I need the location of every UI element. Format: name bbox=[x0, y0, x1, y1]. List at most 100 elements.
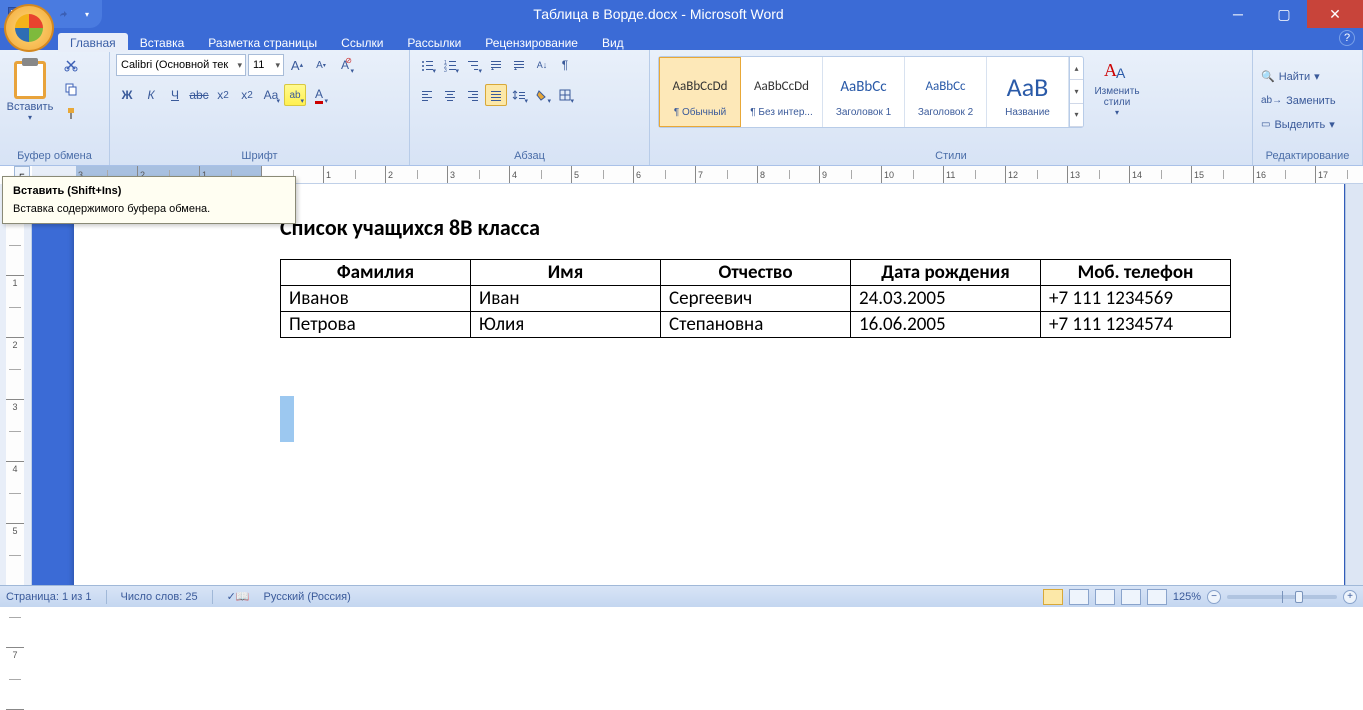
shading-button[interactable] bbox=[531, 84, 553, 106]
minimize-button[interactable]: ─ bbox=[1215, 0, 1261, 28]
redo-button[interactable] bbox=[52, 3, 74, 25]
copy-button[interactable] bbox=[60, 78, 82, 100]
borders-button[interactable] bbox=[554, 84, 576, 106]
table-header[interactable]: Отчество bbox=[661, 260, 851, 286]
paste-icon bbox=[14, 61, 46, 99]
line-spacing-button[interactable] bbox=[508, 84, 530, 106]
align-left-button[interactable] bbox=[416, 84, 438, 106]
zoom-in-button[interactable]: + bbox=[1343, 590, 1357, 604]
table-cell[interactable]: Степановна bbox=[661, 312, 851, 338]
table-header[interactable]: Фамилия bbox=[281, 260, 471, 286]
table-cell[interactable]: +7 111 1234569 bbox=[1041, 286, 1231, 312]
sort-button[interactable]: A↓ bbox=[531, 54, 553, 76]
doc-heading[interactable]: Список учащихся 8В класса bbox=[280, 214, 1274, 241]
shrink-font-button[interactable]: A▾ bbox=[310, 54, 332, 76]
underline-button[interactable]: Ч bbox=[164, 84, 186, 106]
document-viewport[interactable]: Список учащихся 8В класса ФамилияИмяОтче… bbox=[32, 184, 1345, 585]
ruler-vertical[interactable]: 1234567 bbox=[0, 184, 32, 585]
help-button[interactable]: ? bbox=[1339, 30, 1355, 46]
replace-button[interactable]: ab→Заменить bbox=[1257, 90, 1340, 112]
style-item[interactable]: AaBbCcDd¶ Обычный bbox=[659, 57, 741, 127]
tab-Вид[interactable]: Вид bbox=[590, 33, 636, 52]
italic-button[interactable]: К bbox=[140, 84, 162, 106]
table-header[interactable]: Моб. телефон bbox=[1041, 260, 1231, 286]
tab-Вставка[interactable]: Вставка bbox=[128, 33, 197, 52]
tab-Ссылки[interactable]: Ссылки bbox=[329, 33, 395, 52]
table-row[interactable]: ПетроваЮлияСтепановна16.06.2005+7 111 12… bbox=[281, 312, 1231, 338]
cut-button[interactable] bbox=[60, 54, 82, 76]
gallery-up[interactable]: ▴ bbox=[1070, 57, 1083, 80]
view-web-layout[interactable] bbox=[1095, 589, 1115, 605]
ruler-mark: 7 bbox=[696, 166, 758, 183]
style-item[interactable]: AaBbCcDd¶ Без интер... bbox=[741, 57, 823, 127]
table-row[interactable]: ИвановИванСергеевич24.03.2005+7 111 1234… bbox=[281, 286, 1231, 312]
format-painter-button[interactable] bbox=[60, 102, 82, 124]
grow-font-button[interactable]: A▴ bbox=[286, 54, 308, 76]
vertical-scrollbar[interactable] bbox=[1345, 184, 1363, 585]
select-button[interactable]: ▭Выделить ▾ bbox=[1257, 114, 1339, 136]
view-draft[interactable] bbox=[1147, 589, 1167, 605]
tab-Рассылки[interactable]: Рассылки bbox=[395, 33, 473, 52]
align-right-button[interactable] bbox=[462, 84, 484, 106]
strike-button[interactable]: abc bbox=[188, 84, 210, 106]
justify-button[interactable] bbox=[485, 84, 507, 106]
close-button[interactable]: ✕ bbox=[1307, 0, 1363, 28]
paste-button[interactable]: Вставить ▾ bbox=[4, 52, 56, 130]
increase-indent-button[interactable] bbox=[508, 54, 530, 76]
spellcheck-icon[interactable]: ✓📖 bbox=[227, 590, 250, 603]
view-print-layout[interactable] bbox=[1043, 589, 1063, 605]
doc-table[interactable]: ФамилияИмяОтчествоДата рожденияМоб. теле… bbox=[280, 259, 1231, 338]
decrease-indent-button[interactable] bbox=[485, 54, 507, 76]
table-cell[interactable]: Петрова bbox=[281, 312, 471, 338]
table-cell[interactable]: Сергеевич bbox=[661, 286, 851, 312]
find-button[interactable]: 🔍Найти ▾ bbox=[1257, 66, 1324, 88]
table-cell[interactable]: Юлия bbox=[471, 312, 661, 338]
style-item[interactable]: AaBbCcЗаголовок 1 bbox=[823, 57, 905, 127]
superscript-button[interactable]: x2 bbox=[236, 84, 258, 106]
table-cell[interactable]: +7 111 1234574 bbox=[1041, 312, 1231, 338]
status-page[interactable]: Страница: 1 из 1 bbox=[6, 591, 92, 603]
tab-Рецензирование[interactable]: Рецензирование bbox=[473, 33, 590, 52]
status-language[interactable]: Русский (Россия) bbox=[263, 591, 350, 603]
table-header[interactable]: Дата рождения bbox=[851, 260, 1041, 286]
subscript-button[interactable]: x2 bbox=[212, 84, 234, 106]
bold-button[interactable]: Ж bbox=[116, 84, 138, 106]
office-button[interactable] bbox=[4, 4, 54, 52]
show-marks-button[interactable]: ¶ bbox=[554, 54, 576, 76]
page[interactable]: Список учащихся 8В класса ФамилияИмяОтче… bbox=[74, 184, 1344, 585]
tab-Разметка страницы[interactable]: Разметка страницы bbox=[196, 33, 329, 52]
view-full-screen[interactable] bbox=[1069, 589, 1089, 605]
zoom-slider[interactable] bbox=[1227, 595, 1337, 599]
zoom-percent[interactable]: 125% bbox=[1173, 591, 1201, 603]
font-color-button[interactable]: A bbox=[308, 84, 330, 106]
font-name-combo[interactable]: Calibri (Основной тек bbox=[116, 54, 246, 76]
clear-formatting-button[interactable]: A⊘ bbox=[334, 54, 356, 76]
font-size-combo[interactable]: 11 bbox=[248, 54, 284, 76]
tab-Главная[interactable]: Главная bbox=[58, 33, 128, 52]
align-center-button[interactable] bbox=[439, 84, 461, 106]
ruler-v-mark: 2 bbox=[6, 338, 24, 400]
numbering-button[interactable]: 123 bbox=[439, 54, 461, 76]
highlight-button[interactable]: ab bbox=[284, 84, 306, 106]
status-words[interactable]: Число слов: 25 bbox=[121, 591, 198, 603]
gallery-more[interactable]: ▾ bbox=[1070, 104, 1083, 127]
style-item[interactable]: AaBbCcЗаголовок 2 bbox=[905, 57, 987, 127]
view-outline[interactable] bbox=[1121, 589, 1141, 605]
table-cell[interactable]: 24.03.2005 bbox=[851, 286, 1041, 312]
styles-gallery[interactable]: AaBbCcDd¶ ОбычныйAaBbCcDd¶ Без интер...A… bbox=[658, 56, 1084, 128]
multilevel-icon bbox=[466, 58, 480, 72]
maximize-button[interactable]: ▢ bbox=[1261, 0, 1307, 28]
table-cell[interactable]: Иванов bbox=[281, 286, 471, 312]
table-header[interactable]: Имя bbox=[471, 260, 661, 286]
table-cell[interactable]: 16.06.2005 bbox=[851, 312, 1041, 338]
zoom-out-button[interactable]: − bbox=[1207, 590, 1221, 604]
style-item[interactable]: AaBНазвание bbox=[987, 57, 1069, 127]
qat-customize[interactable]: ▾ bbox=[76, 3, 98, 25]
bullets-button[interactable] bbox=[416, 54, 438, 76]
zoom-thumb[interactable] bbox=[1295, 591, 1303, 603]
table-cell[interactable]: Иван bbox=[471, 286, 661, 312]
change-styles-button[interactable]: AA Изменить стили ▾ bbox=[1090, 56, 1144, 117]
multilevel-button[interactable] bbox=[462, 54, 484, 76]
gallery-down[interactable]: ▾ bbox=[1070, 80, 1083, 103]
change-case-button[interactable]: Aa bbox=[260, 84, 282, 106]
